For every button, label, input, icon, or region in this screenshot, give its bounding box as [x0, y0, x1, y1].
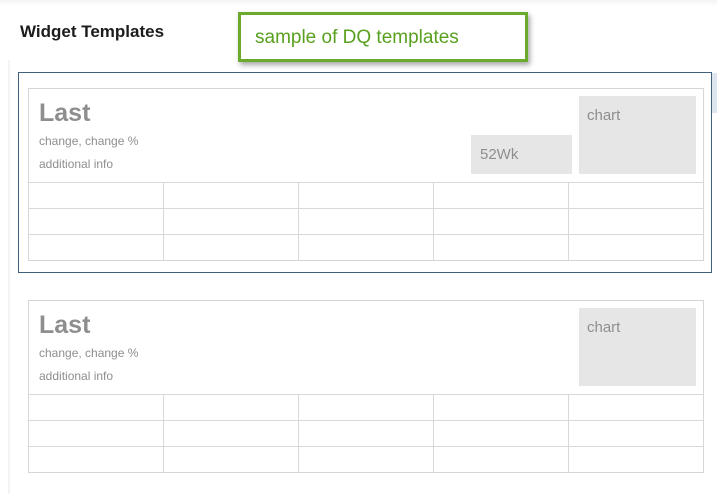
widget-data-grid: [29, 182, 703, 260]
widget-header: Last change, change % additional info 52…: [29, 89, 703, 182]
table-cell: [29, 420, 164, 447]
table-cell: [29, 182, 164, 209]
table-cell: [163, 208, 299, 235]
panel-title: Widget Templates: [20, 22, 165, 41]
table-cell: [567, 394, 703, 421]
top-shadow: [0, 0, 717, 6]
table-row: [29, 234, 703, 260]
annotation-callout: sample of DQ templates: [238, 12, 528, 62]
table-cell: [298, 234, 434, 260]
table-row: [29, 208, 703, 235]
table-cell: [567, 182, 703, 209]
table-cell: [567, 208, 703, 235]
table-cell: [567, 446, 703, 472]
widget-header: Last change, change % additional info ch…: [29, 301, 703, 394]
table-cell: [29, 446, 164, 472]
change-label: change, change %: [39, 134, 139, 148]
table-cell: [567, 420, 703, 447]
table-cell: [432, 234, 569, 260]
table-cell: [163, 182, 299, 209]
additional-info-label: additional info: [39, 157, 114, 171]
right-edge-strip: [712, 73, 717, 113]
table-row: [29, 182, 703, 209]
table-cell: [163, 420, 299, 447]
widget-data-grid: [29, 394, 703, 472]
table-cell: [567, 234, 703, 260]
table-cell: [29, 208, 164, 235]
panel-left-edge: [8, 60, 10, 494]
widget-template-2[interactable]: Last change, change % additional info ch…: [28, 300, 704, 473]
table-cell: [432, 446, 569, 472]
last-price-label: Last: [39, 99, 91, 127]
table-cell: [432, 394, 569, 421]
table-cell: [298, 446, 434, 472]
table-cell: [298, 208, 434, 235]
table-cell: [163, 446, 299, 472]
last-price-label: Last: [39, 311, 91, 339]
chart-placeholder: chart: [579, 308, 696, 386]
table-cell: [163, 234, 299, 260]
table-cell: [29, 394, 164, 421]
table-cell: [298, 182, 434, 209]
table-cell: [432, 182, 569, 209]
table-cell: [432, 420, 569, 447]
chart-placeholder: chart: [579, 96, 696, 174]
table-cell: [432, 208, 569, 235]
table-cell: [298, 420, 434, 447]
additional-info-label: additional info: [39, 369, 114, 383]
table-cell: [298, 394, 434, 421]
widget-template-1[interactable]: Last change, change % additional info 52…: [28, 88, 704, 261]
week52-placeholder: 52Wk: [471, 135, 572, 174]
change-label: change, change %: [39, 346, 139, 360]
table-cell: [29, 234, 164, 260]
table-row: [29, 420, 703, 447]
table-row: [29, 446, 703, 472]
table-row: [29, 394, 703, 421]
table-cell: [163, 394, 299, 421]
